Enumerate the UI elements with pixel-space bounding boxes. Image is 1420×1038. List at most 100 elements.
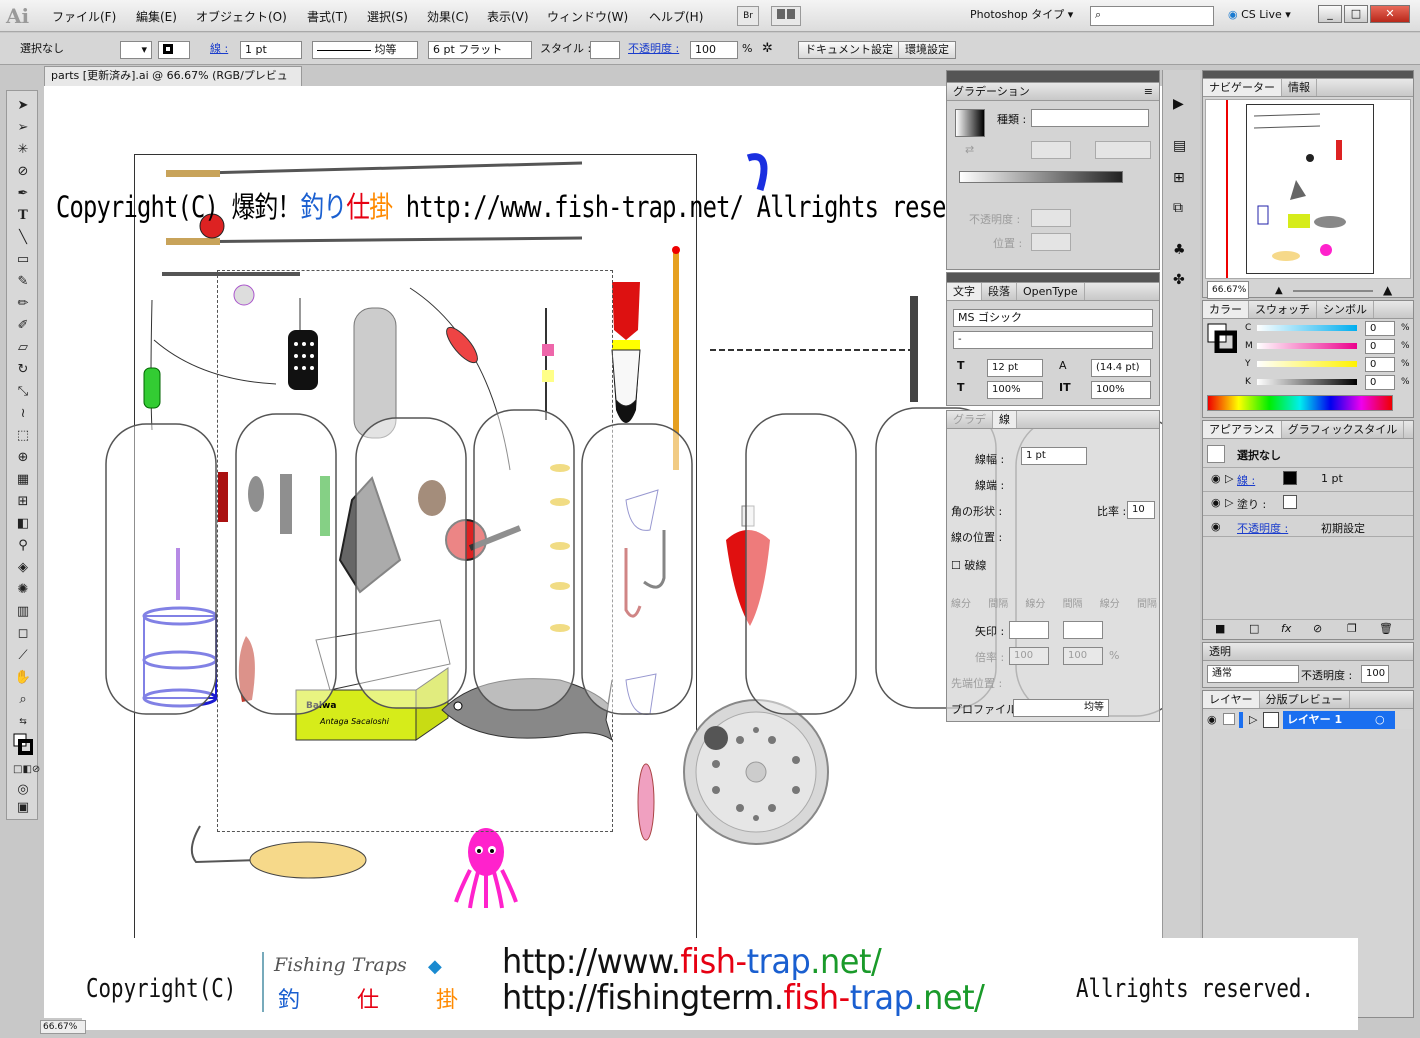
paintbrush-tool-icon[interactable]: ✎ <box>13 273 33 291</box>
tab-color[interactable]: カラー <box>1203 301 1249 318</box>
panel-stroke-profile-select[interactable]: 均等 <box>1013 699 1109 717</box>
clear-appearance-icon[interactable]: ⊘ <box>1313 622 1322 635</box>
cyan-field[interactable]: 0 <box>1365 321 1395 336</box>
minimize-button[interactable]: _ <box>1318 5 1342 23</box>
bridge-button[interactable]: Br <box>737 6 759 26</box>
tab-layers[interactable]: レイヤー <box>1203 691 1260 708</box>
perspective-grid-tool-icon[interactable]: ▦ <box>13 471 33 489</box>
menu-view[interactable]: 表示(V) <box>487 8 529 25</box>
appearance-stroke-link[interactable]: 線 : <box>1237 472 1255 488</box>
screen-mode-icon[interactable]: ▣ <box>13 799 33 817</box>
font-family-select[interactable]: MS ゴシック <box>953 309 1153 327</box>
magenta-field[interactable]: 0 <box>1365 339 1395 354</box>
gradient-swatch[interactable] <box>955 109 985 137</box>
tab-opentype[interactable]: OpenType <box>1017 283 1085 300</box>
opacity-field[interactable]: 100 <box>690 41 738 59</box>
restore-button[interactable]: □ <box>1344 5 1368 23</box>
black-slider[interactable] <box>1257 379 1357 385</box>
gradient-type-select[interactable] <box>1031 109 1149 127</box>
appearance-stroke-row[interactable]: ◉ ▷ 線 : 1 pt <box>1203 467 1413 489</box>
visibility-eye-icon[interactable]: ◉ <box>1211 472 1221 485</box>
gradient-aspect-field[interactable] <box>1095 141 1151 159</box>
yellow-field[interactable]: 0 <box>1365 357 1395 372</box>
rectangle-tool-icon[interactable]: ▭ <box>13 251 33 269</box>
blend-tool-icon[interactable]: ◈ <box>13 559 33 577</box>
tab-paragraph[interactable]: 段落 <box>982 283 1017 300</box>
slice-tool-icon[interactable]: ⟋ <box>13 647 33 665</box>
navigator-zoom-slider[interactable] <box>1293 290 1373 292</box>
black-field[interactable]: 0 <box>1365 375 1395 390</box>
actions-icon[interactable]: ▶ <box>1173 96 1184 112</box>
zoom-out-icon[interactable]: ▲ <box>1275 285 1283 296</box>
magenta-slider[interactable] <box>1257 343 1357 349</box>
opacity-link[interactable]: 不透明度 : <box>628 41 679 59</box>
panel-dock-bar[interactable] <box>947 273 1159 283</box>
pink-lure-icon[interactable] <box>637 763 655 841</box>
tab-appearance[interactable]: アピアランス <box>1203 421 1282 438</box>
lasso-tool-icon[interactable]: ⊘ <box>13 163 33 181</box>
menu-effect[interactable]: 効果(C) <box>427 8 469 25</box>
add-stroke-icon[interactable]: ■ <box>1215 622 1225 635</box>
warp-tool-icon[interactable]: ≀ <box>13 405 33 423</box>
add-fill-icon[interactable]: □ <box>1249 622 1259 635</box>
hand-tool-icon[interactable]: ✋ <box>13 669 33 687</box>
drawing-mode-icon[interactable]: ◎ <box>13 781 33 799</box>
navigator-preview[interactable] <box>1205 99 1411 279</box>
dashed-line-checkbox[interactable]: ☐ 破線 <box>951 557 986 573</box>
fill-stroke-icon[interactable] <box>1207 323 1237 353</box>
stroke-weight-field[interactable]: 1 pt <box>240 41 302 59</box>
scale-tool-icon[interactable]: ⤡ <box>13 383 33 401</box>
fill-stroke-swatch-icon[interactable] <box>13 733 34 757</box>
status-zoom-field[interactable]: 66.67% <box>40 1020 86 1034</box>
close-window-button[interactable]: ✕ <box>1370 5 1410 23</box>
gradient-opacity-field[interactable] <box>1031 209 1071 227</box>
layer-target-icon[interactable]: ○ <box>1375 713 1385 726</box>
arrowhead-end-select[interactable] <box>1063 621 1103 639</box>
arrowhead-start-select[interactable] <box>1009 621 1049 639</box>
help-search-input[interactable]: ⌕ <box>1090 6 1214 26</box>
stroke-color-picker[interactable] <box>158 41 190 59</box>
menu-select[interactable]: 選択(S) <box>367 8 408 25</box>
gradient-slider[interactable] <box>959 171 1123 183</box>
expand-triangle-icon[interactable]: ▷ <box>1249 713 1257 726</box>
pathfinder-icon[interactable]: ⧉ <box>1173 200 1183 216</box>
navigator-view-box[interactable] <box>1226 100 1228 278</box>
tab-navigator[interactable]: ナビゲーター <box>1203 79 1282 96</box>
stroke-color-swatch[interactable] <box>1283 471 1297 485</box>
menu-edit[interactable]: 編集(E) <box>136 8 177 25</box>
large-float-icon[interactable] <box>611 282 641 423</box>
cyan-slider[interactable] <box>1257 325 1357 331</box>
shape-builder-tool-icon[interactable]: ⊕ <box>13 449 33 467</box>
expand-triangle-icon[interactable]: ▷ <box>1225 496 1233 509</box>
align-icon[interactable]: ⊞ <box>1173 170 1185 186</box>
arrow-scale-start-field[interactable]: 100 <box>1009 647 1049 665</box>
symbol-sprayer-tool-icon[interactable]: ✺ <box>13 581 33 599</box>
tab-graphic-styles[interactable]: グラフィックスタイル <box>1282 421 1405 438</box>
tab-stroke[interactable]: 線 <box>993 411 1017 428</box>
pen-tool-icon[interactable]: ✒ <box>13 185 33 203</box>
workspace-switcher[interactable]: Photoshop タイプ ▾ <box>964 6 1076 26</box>
octopus-icon[interactable] <box>454 828 518 909</box>
gradient-position-field[interactable] <box>1031 233 1071 251</box>
stroke-link[interactable]: 線 : <box>210 41 228 59</box>
column-graph-tool-icon[interactable]: ▥ <box>13 603 33 621</box>
document-tab[interactable]: parts [更新済み].ai @ 66.67% (RGB/プレビュー) ✕ <box>44 66 302 101</box>
preferences-button[interactable]: 環境設定 <box>898 41 956 59</box>
transparency-panel-header[interactable]: 透明 <box>1203 643 1413 661</box>
magic-wand-tool-icon[interactable]: ✳ <box>13 141 33 159</box>
selection-tool-icon[interactable]: ➤ <box>13 97 33 115</box>
fill-color-swatch[interactable] <box>1283 495 1297 509</box>
tab-info[interactable]: 情報 <box>1282 79 1317 96</box>
stroke-profile-select[interactable]: 均等 <box>312 41 418 59</box>
horizontal-scale-field[interactable]: 100% <box>987 381 1043 399</box>
type-tool-icon[interactable]: T <box>13 207 33 225</box>
brush-select[interactable]: 6 pt フラット <box>428 41 532 59</box>
fill-color-picker[interactable]: ▾ <box>120 41 152 59</box>
eraser-tool-icon[interactable]: ▱ <box>13 339 33 357</box>
brushes-icon[interactable]: ✤ <box>1173 272 1185 288</box>
transparency-opacity-field[interactable]: 100 <box>1361 665 1389 683</box>
delete-item-icon[interactable]: 🗑 <box>1379 622 1393 635</box>
leading-field[interactable]: (14.4 pt) <box>1091 359 1151 377</box>
visibility-eye-icon[interactable]: ◉ <box>1207 713 1217 726</box>
miter-limit-field[interactable]: 10 <box>1127 501 1155 519</box>
